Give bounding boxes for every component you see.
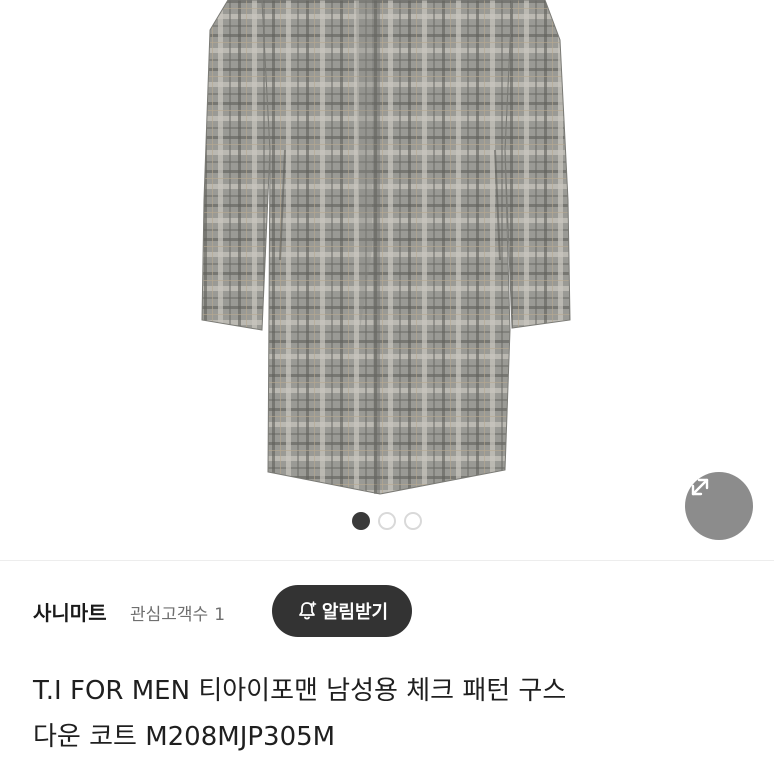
- product-title: T.I FOR MEN 티아이포맨 남성용 체크 패턴 구스 다운 코트 M20…: [33, 668, 753, 760]
- product-title-line-1: T.I FOR MEN 티아이포맨 남성용 체크 패턴 구스: [33, 676, 567, 706]
- product-title-line-2: 다운 코트 M208MJP305M: [33, 722, 336, 752]
- followers-info: 관심고객수 1: [130, 600, 225, 625]
- notify-button[interactable]: 알림받기: [272, 585, 412, 637]
- notify-label: 알림받기: [321, 602, 389, 623]
- product-image-carousel[interactable]: [0, 0, 774, 560]
- followers-count: 1: [214, 605, 226, 625]
- carousel-dot-3[interactable]: [404, 512, 422, 530]
- expand-diagonal-icon: [691, 478, 709, 496]
- followers-label: 관심고객수: [130, 605, 209, 625]
- expand-image-button[interactable]: [685, 472, 753, 540]
- seller-info-row: 사니마트 관심고객수 1 알림받기: [0, 560, 774, 661]
- bell-plus-icon: [298, 601, 317, 620]
- seller-name[interactable]: 사니마트: [33, 597, 107, 626]
- coat-product-image: [201, 0, 571, 495]
- carousel-dot-1[interactable]: [352, 512, 370, 530]
- carousel-dot-2[interactable]: [378, 512, 396, 530]
- carousel-indicators: [0, 512, 774, 530]
